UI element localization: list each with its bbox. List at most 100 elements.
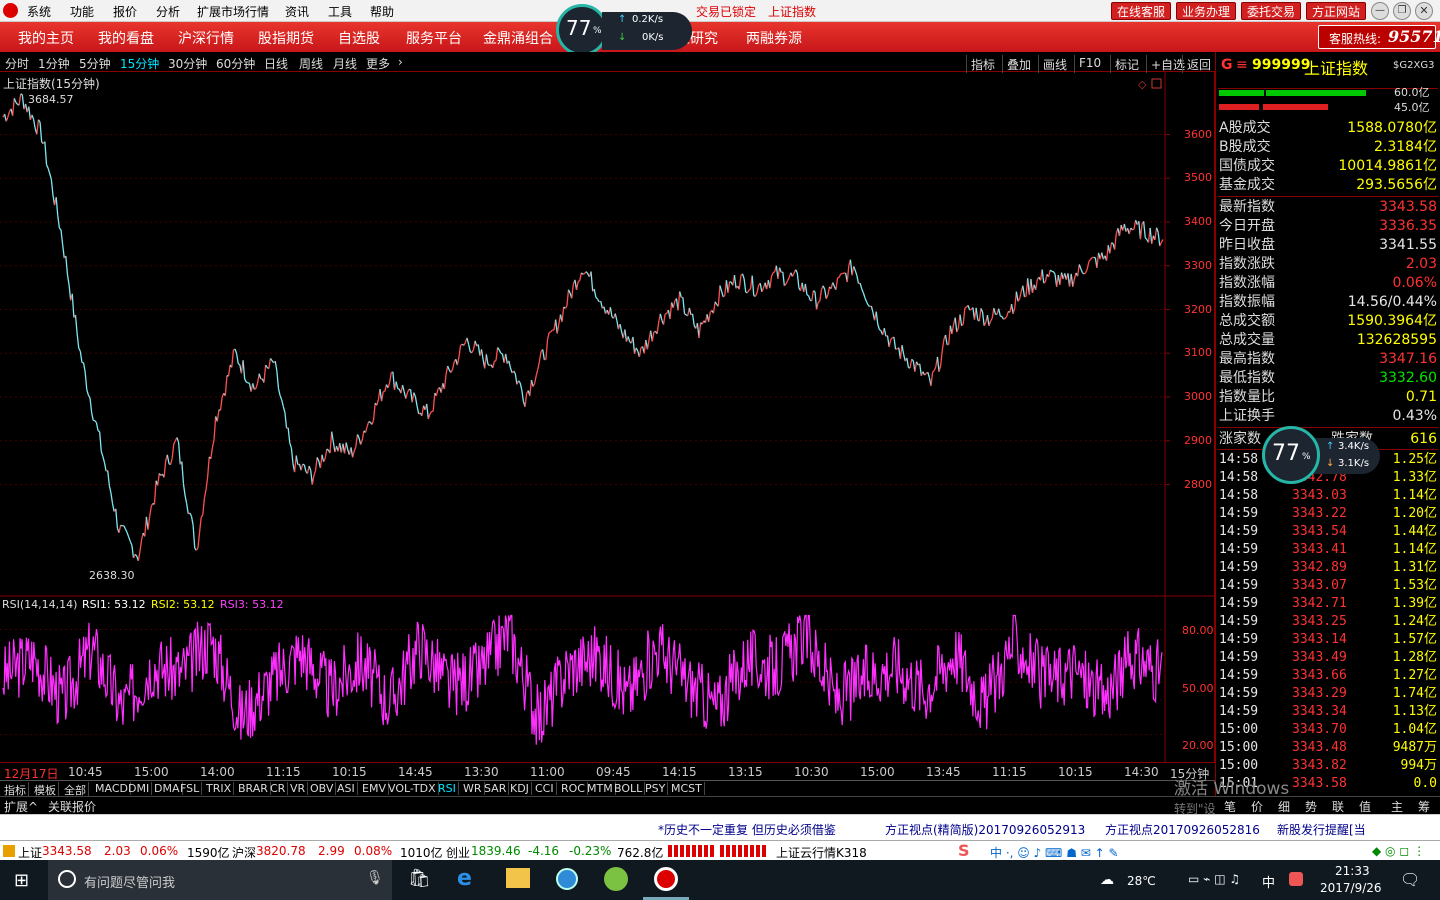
tab-fsl[interactable]: FSL <box>178 782 203 795</box>
sogou-tray-icon[interactable] <box>1289 872 1303 886</box>
nav-portfolio[interactable]: 金鼎涌组合 <box>483 28 553 48</box>
speed-widget[interactable]: 77 % ↑ 0.2K/s ↓ 0K/s <box>556 4 692 56</box>
period-15m[interactable]: 15分钟 <box>120 55 159 72</box>
period-1m[interactable]: 1分钟 <box>38 55 70 72</box>
tab-asi[interactable]: ASI <box>335 782 358 795</box>
tab-rsi[interactable]: RSI <box>436 782 459 795</box>
tab-wr[interactable]: WR <box>461 782 485 795</box>
tab-emv[interactable]: EMV <box>360 782 389 795</box>
tray-icons[interactable]: ◆ ◎ ◻ ⋮ <box>1372 844 1425 858</box>
ime-indicator[interactable]: 中 <box>1262 872 1275 891</box>
tab-link[interactable]: 联 <box>1332 798 1344 815</box>
folder-icon[interactable] <box>3 845 15 857</box>
menu-ext-market[interactable]: 扩展市场行情 <box>197 3 269 20</box>
tab-sar[interactable]: SAR <box>482 782 510 795</box>
tab-price[interactable]: 价 <box>1251 798 1263 815</box>
app-icon[interactable] <box>604 867 628 891</box>
tab-cci[interactable]: CCI <box>533 782 557 795</box>
tab-roc[interactable]: ROC <box>559 782 588 795</box>
menu-info[interactable]: 资讯 <box>285 3 309 20</box>
chevron-right-icon[interactable]: › <box>398 55 403 69</box>
tool-overlay[interactable]: 叠加 <box>1002 55 1035 73</box>
trade-button[interactable]: 委托交易 <box>1241 2 1302 20</box>
period-60m[interactable]: 60分钟 <box>216 55 255 72</box>
price-segment <box>883 328 887 337</box>
nav-market[interactable]: 沪深行情 <box>178 28 234 48</box>
browser-icon[interactable] <box>556 868 578 890</box>
ime-chinese-icon[interactable]: 中 ·, ☺ ♪ ⌨ ☗ ✉ ↑ ✎ <box>990 844 1119 861</box>
tab-dmi[interactable]: DMI <box>126 782 153 795</box>
sogou-ime-icon[interactable]: S <box>958 841 970 860</box>
period-5m[interactable]: 5分钟 <box>79 55 111 72</box>
tab-mcst[interactable]: MCST <box>669 782 705 795</box>
business-button[interactable]: 业务办理 <box>1176 2 1237 20</box>
tab-value[interactable]: 值 <box>1359 798 1371 815</box>
edge-icon[interactable]: e <box>457 866 472 891</box>
news-ticker[interactable]: *历史不一定重复 但历史必须借鉴 方正视点(精简版)20170926052913… <box>0 814 1440 854</box>
news-item[interactable]: 方正视点20170926052816 <box>1105 821 1260 838</box>
menu-function[interactable]: 功能 <box>70 3 94 20</box>
online-service-button[interactable]: 在线客服 <box>1111 2 1172 20</box>
menu-analysis[interactable]: 分析 <box>156 3 180 20</box>
tool-indicator[interactable]: 指标 <box>966 55 999 73</box>
tab-detail[interactable]: 细 <box>1278 798 1290 815</box>
tab-trix[interactable]: TRIX <box>204 782 235 795</box>
tool-f10[interactable]: F10 <box>1074 55 1105 73</box>
tab-trend[interactable]: 势 <box>1305 798 1317 815</box>
nav-watch[interactable]: 我的看盘 <box>98 28 154 48</box>
tab-cr[interactable]: CR <box>268 782 289 795</box>
menu-tools[interactable]: 工具 <box>328 3 352 20</box>
tab-chips[interactable]: 筹 <box>1418 798 1430 815</box>
tool-draw[interactable]: 画线 <box>1038 55 1071 73</box>
weather-icon[interactable]: ☁ <box>1100 872 1114 888</box>
price-segment <box>389 372 392 383</box>
tab-psy[interactable]: PSY <box>643 782 669 795</box>
menu-icon[interactable]: ≡ <box>1236 57 1248 73</box>
tab-main[interactable]: 主 <box>1391 798 1403 815</box>
tab-brar[interactable]: BRAR <box>236 782 271 795</box>
windows-start-icon[interactable]: ⊞ <box>14 870 29 891</box>
period-day[interactable]: 日线 <box>264 55 288 72</box>
period-week[interactable]: 周线 <box>299 55 323 72</box>
minimize-icon[interactable]: — <box>1371 2 1389 20</box>
tool-mark[interactable]: 标记 <box>1110 55 1143 73</box>
close-icon[interactable]: ✕ <box>1415 2 1433 20</box>
nav-home[interactable]: 我的主页 <box>18 28 74 48</box>
news-item[interactable]: *历史不一定重复 但历史必须借鉴 <box>658 821 836 838</box>
tab-vr[interactable]: VR <box>288 782 309 795</box>
news-item[interactable]: 方正视点(精简版)20170926052913 <box>885 821 1085 838</box>
tab-obv[interactable]: OBV <box>308 782 337 795</box>
explorer-icon[interactable] <box>506 868 530 888</box>
tab-vol-tdx[interactable]: VOL-TDX <box>386 782 439 795</box>
tool-back[interactable]: 返回 <box>1182 55 1215 73</box>
taskbar-search[interactable]: 有问题尽管问我 🎙 <box>48 860 392 900</box>
tab-extend[interactable]: 扩展^ <box>4 798 38 815</box>
nav-futures[interactable]: 股指期货 <box>258 28 314 48</box>
period-more[interactable]: 更多 <box>366 55 390 72</box>
website-button[interactable]: 方正网站 <box>1306 2 1367 20</box>
period-tick[interactable]: 分时 <box>5 55 29 72</box>
tab-kdj[interactable]: KDJ <box>508 782 532 795</box>
maximize-icon[interactable]: ❐ <box>1393 2 1411 20</box>
price-segment <box>87 394 91 399</box>
tray-icons[interactable]: ▭ ⌁ ◫ ♫ <box>1188 872 1240 886</box>
tab-boll[interactable]: BOLL <box>612 782 646 795</box>
founder-app-icon[interactable] <box>654 867 678 891</box>
speed-widget-float[interactable]: 77 % ↑ 3.4K/s ↓ 3.1K/s <box>1262 426 1380 484</box>
nav-margin[interactable]: 两融券源 <box>746 28 802 48</box>
tab-trades[interactable]: 笔 <box>1224 798 1236 815</box>
period-30m[interactable]: 30分钟 <box>168 55 207 72</box>
chart-title: 上证指数(15分钟) <box>3 77 100 91</box>
price-segment <box>638 347 642 357</box>
nav-service[interactable]: 服务平台 <box>406 28 462 48</box>
menu-help[interactable]: 帮助 <box>370 3 394 20</box>
menu-system[interactable]: 系统 <box>27 3 51 20</box>
nav-favorites[interactable]: 自选股 <box>338 28 380 48</box>
chart-area[interactable]: ◇ 上证指数(15分钟) 3684.57 2638.30 3600 3500 340… <box>0 72 1215 762</box>
notification-icon[interactable]: 🗨 <box>1400 870 1420 889</box>
mic-icon[interactable]: 🎙 <box>366 870 384 886</box>
menu-quote[interactable]: 报价 <box>113 3 137 20</box>
store-icon[interactable]: 🛍 <box>408 868 431 889</box>
tab-related-quote[interactable]: 关联报价 <box>48 798 96 815</box>
period-month[interactable]: 月线 <box>333 55 357 72</box>
